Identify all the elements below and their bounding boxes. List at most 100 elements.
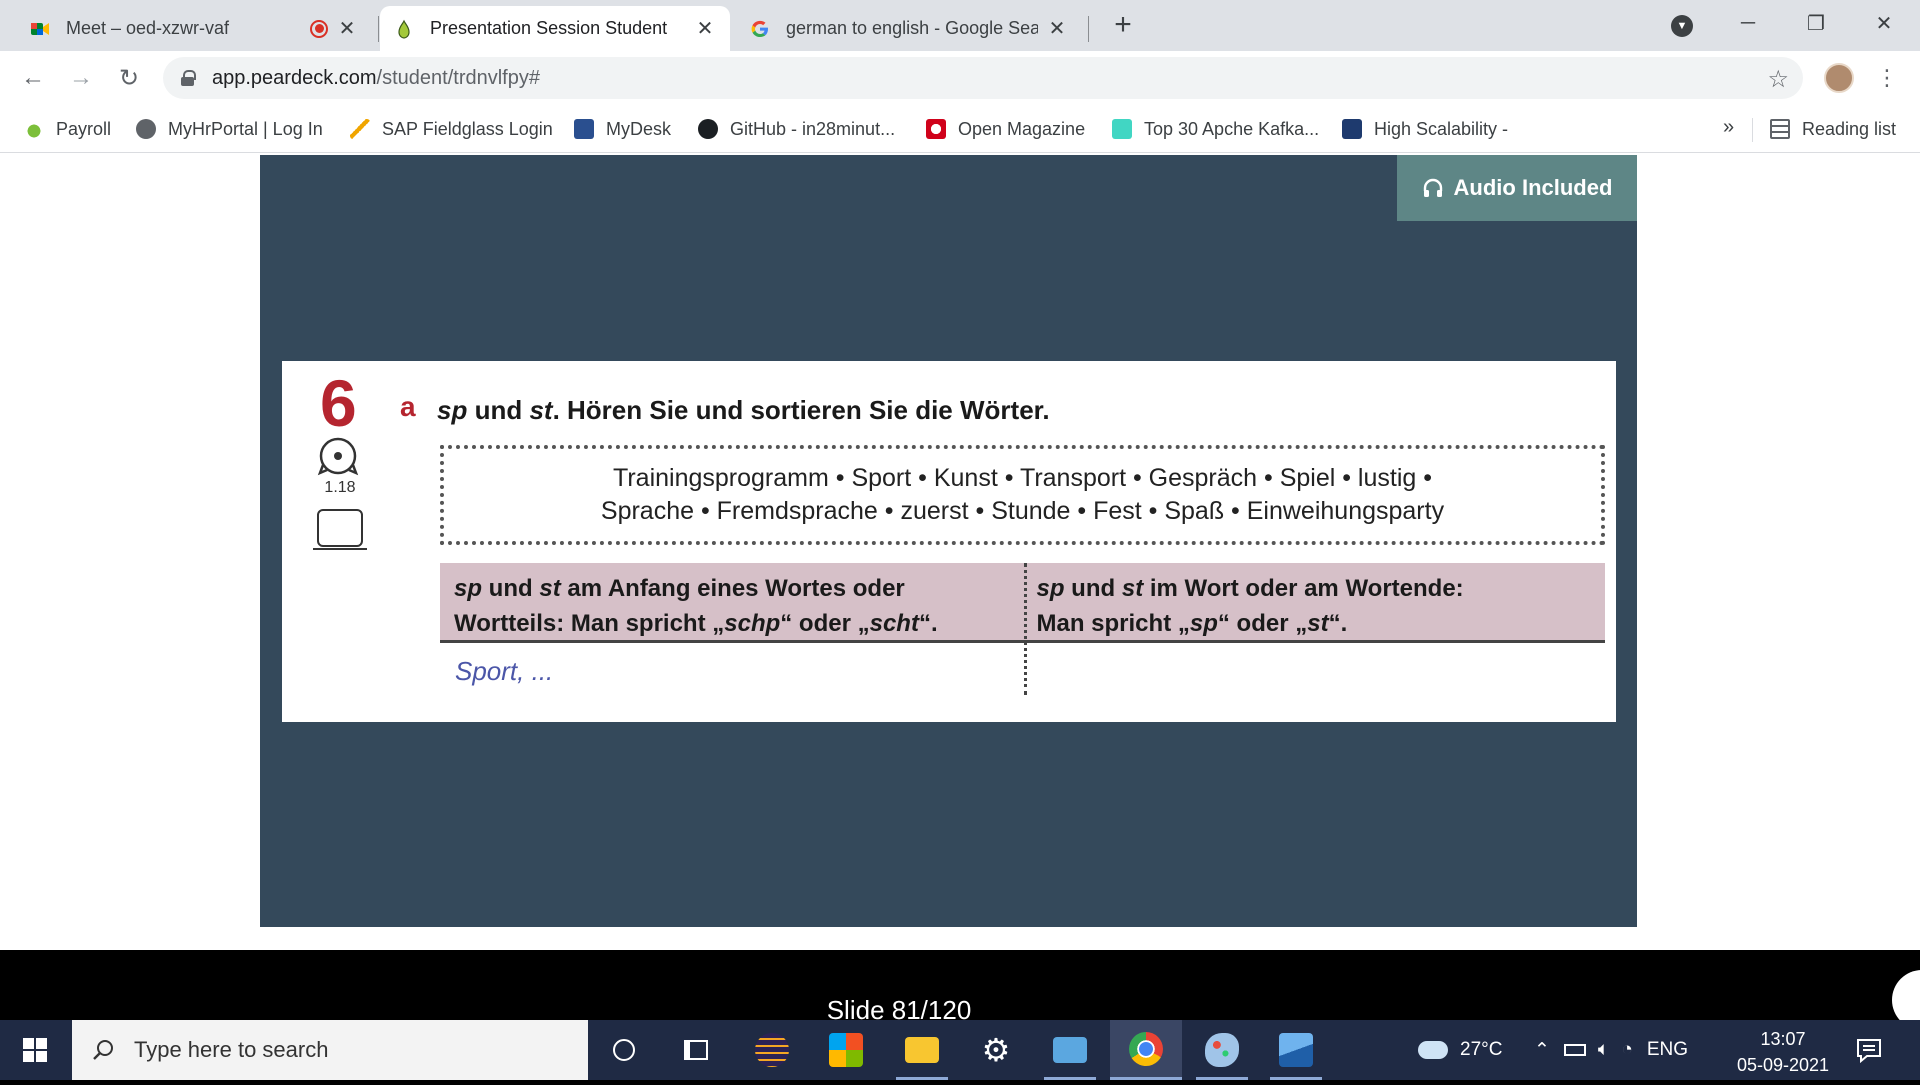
close-icon[interactable]: ✕ [336, 18, 358, 40]
chevron-up-icon[interactable]: ⌃ [1534, 1039, 1550, 1062]
tab-meet[interactable]: Meet – oed-xzwr-vaf ✕ [16, 6, 372, 51]
tab-title: german to english - Google Sear [786, 18, 1038, 38]
col1-oder: “ oder „ [780, 610, 870, 637]
notebook-icon [313, 509, 367, 550]
taskbar-settings[interactable]: ⚙ [960, 1020, 1032, 1080]
paint-icon [1205, 1033, 1239, 1067]
reading-list-label: Reading list [1802, 118, 1897, 139]
volume-icon[interactable]: 🔈︎ [1598, 1039, 1609, 1061]
bookmark-star-icon[interactable]: ☆ [1767, 65, 1789, 94]
bookmark-mydesk[interactable]: MyDesk [574, 106, 671, 152]
menu-icon[interactable]: ⋮ [1876, 63, 1898, 93]
search-placeholder: Type here to search [134, 1037, 329, 1062]
battery-icon[interactable] [1563, 1044, 1586, 1056]
bookmark-github[interactable]: GitHub - in28minut... [698, 106, 895, 152]
kafka-icon [1112, 119, 1132, 139]
close-window-icon[interactable]: ✕ [1854, 6, 1914, 40]
start-button[interactable] [0, 1020, 70, 1080]
exercise-letter: a [400, 391, 416, 422]
reading-list-button[interactable]: Reading list [1770, 106, 1896, 152]
chrome-icon [1129, 1031, 1163, 1066]
eclipse-icon [755, 1033, 789, 1067]
clock[interactable]: 13:07 05-09-2021 [1728, 1026, 1838, 1078]
instruction-text: sp und st. Hören Sie und sortieren Sie d… [437, 395, 1050, 426]
exercise-card: 6 1.18 a sp und st. Hören Sie und sortie… [282, 361, 1616, 722]
sort-table-header: sp und st am Anfang eines Wortes oder Wo… [440, 563, 1605, 643]
col2-line1: im Wort oder am Wortende: [1143, 575, 1464, 602]
cortana-button[interactable] [588, 1020, 660, 1080]
file-explorer-icon [905, 1037, 939, 1063]
avatar[interactable] [1824, 63, 1854, 93]
divider [1752, 118, 1753, 142]
tab-search-icon[interactable]: ▼ [1671, 15, 1693, 37]
col2-und: und [1064, 575, 1122, 602]
column-header-beginning: sp und st am Anfang eines Wortes oder Wo… [440, 563, 1023, 640]
notification-icon[interactable] [1855, 1037, 1883, 1063]
url-host: app.peardeck.com [212, 66, 377, 89]
page-content: Audio Included 6 1.18 a sp und st. Hören… [0, 153, 1920, 1085]
forward-icon[interactable]: → [64, 61, 98, 95]
windows-taskbar: Type here to search ⚙ 27°C ⌃ 🔈︎ ◔ ENG 13… [0, 1020, 1920, 1080]
peardeck-icon [394, 19, 414, 39]
bookmark-label: SAP Fieldglass Login [382, 118, 553, 139]
minimize-icon[interactable]: ─ [1718, 6, 1778, 40]
bookmark-kafka[interactable]: Top 30 Apche Kafka... [1112, 106, 1319, 152]
back-icon[interactable]: ← [16, 61, 50, 95]
bookmark-label: MyHrPortal | Log In [168, 118, 323, 139]
col1-scht: scht [869, 610, 919, 637]
exercise-number: 6 [320, 366, 357, 440]
track-number: 1.18 [324, 479, 356, 496]
taskbar-chrome[interactable] [1110, 1020, 1182, 1080]
col1-sp: sp [454, 575, 483, 602]
instr-und: und [467, 395, 530, 425]
taskbar-search-box[interactable]: Type here to search [72, 1020, 588, 1080]
slide: Audio Included 6 1.18 a sp und st. Hören… [260, 155, 1637, 927]
language-indicator[interactable]: ENG [1647, 1039, 1688, 1061]
reload-icon[interactable]: ↻ [112, 61, 146, 95]
taskbar-photos[interactable] [1260, 1020, 1332, 1080]
weather-widget[interactable]: 27°C [1418, 1020, 1502, 1080]
url-path: /student/trdnvlfpy# [376, 66, 540, 89]
new-tab-button[interactable]: + [1108, 8, 1138, 41]
close-icon[interactable]: ✕ [694, 18, 716, 40]
task-view-button[interactable] [660, 1020, 732, 1080]
col2-st2: st [1307, 610, 1329, 637]
high-scalability-icon [1342, 119, 1362, 139]
tab-separator [1088, 16, 1089, 42]
payroll-icon [24, 119, 44, 139]
clock-time: 13:07 [1760, 1029, 1806, 1049]
bookmark-high-scalability[interactable]: High Scalability - [1342, 106, 1508, 152]
col2-sp2: sp [1189, 610, 1218, 637]
address-bar[interactable]: app.peardeck.com/student/trdnvlfpy# ☆ [163, 57, 1803, 99]
restore-icon[interactable]: ❐ [1786, 6, 1846, 40]
col1-st: st [539, 575, 561, 602]
bookmark-label: Open Magazine [958, 118, 1086, 139]
browser-toolbar: ← → ↻ app.peardeck.com/student/trdnvlfpy… [0, 51, 1920, 106]
close-icon[interactable]: ✕ [1046, 18, 1068, 40]
google-icon [750, 19, 770, 39]
col2-st: st [1121, 575, 1144, 602]
tab-google-search[interactable]: german to english - Google Sear ✕ [736, 6, 1082, 51]
wifi-icon[interactable]: ◔ [1621, 1039, 1632, 1061]
col1-end: “. [918, 610, 938, 637]
audio-cd-icon [317, 437, 359, 476]
tab-presentation[interactable]: Presentation Session Student ✕ [380, 6, 730, 51]
google-meet-icon [30, 19, 50, 39]
tab-title: Presentation Session Student [430, 18, 668, 38]
column-header-inside: sp und st im Wort oder am Wortende: Man … [1023, 563, 1606, 640]
bookmark-payroll[interactable]: Payroll [24, 106, 111, 152]
bookmark-myhrportal[interactable]: MyHrPortal | Log In [136, 106, 323, 152]
bookmarks-overflow-button[interactable]: » [1723, 116, 1734, 139]
taskbar-eclipse[interactable] [736, 1020, 808, 1080]
column-divider [1024, 563, 1027, 695]
taskbar-control-panel[interactable] [1034, 1020, 1106, 1080]
tab-title: Meet – oed-xzwr-vaf [66, 18, 230, 38]
bookmark-open-magazine[interactable]: Open Magazine [926, 106, 1085, 152]
search-icon [93, 1040, 113, 1060]
taskbar-store[interactable] [810, 1020, 882, 1080]
cloud-icon [1418, 1041, 1448, 1059]
word-box: Trainingsprogramm • Sport • Kunst • Tran… [440, 445, 1605, 545]
taskbar-file-explorer[interactable] [886, 1020, 958, 1080]
taskbar-paint[interactable] [1186, 1020, 1258, 1080]
bookmark-fieldglass[interactable]: SAP Fieldglass Login [350, 106, 553, 152]
